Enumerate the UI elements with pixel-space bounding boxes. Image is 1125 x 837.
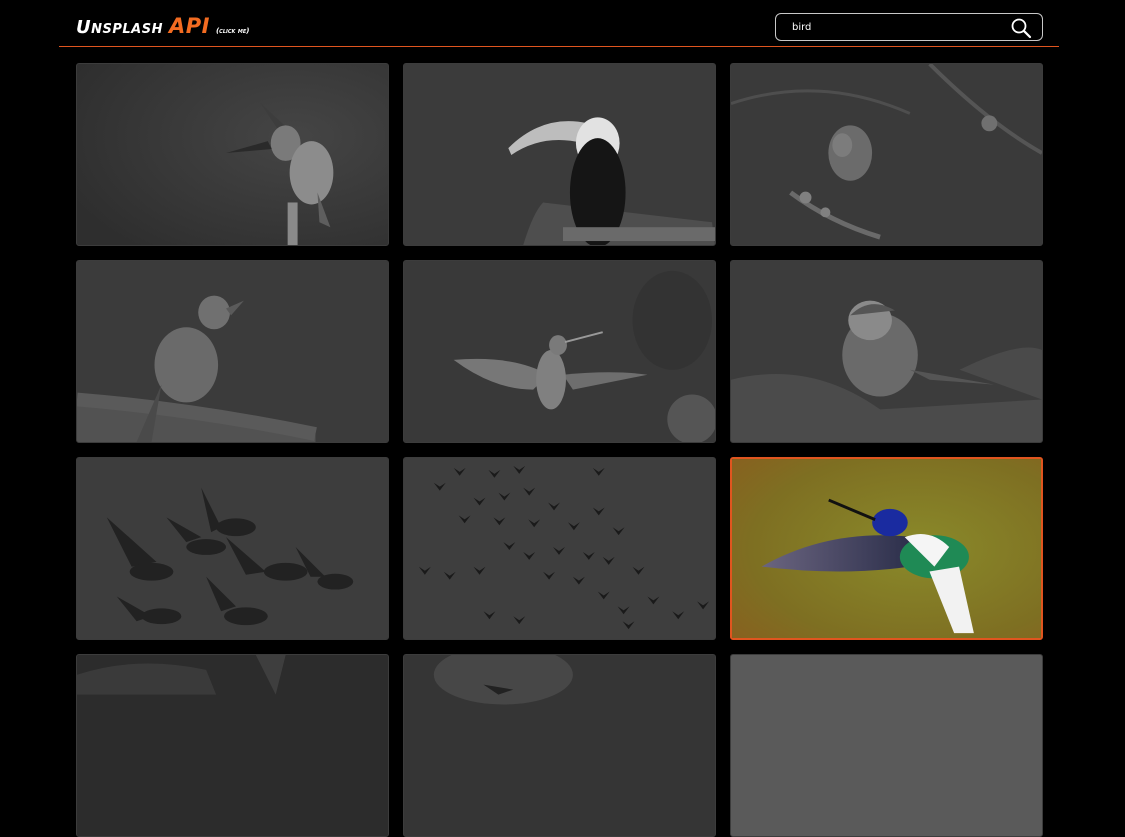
search-input[interactable] bbox=[792, 18, 992, 36]
gallery-image-geese[interactable] bbox=[76, 457, 389, 640]
gallery-image-toucan[interactable] bbox=[403, 63, 716, 246]
search-box bbox=[775, 13, 1043, 41]
logo-accent-text: API bbox=[168, 14, 210, 38]
gallery-image-kingfisher[interactable] bbox=[76, 63, 389, 246]
logo-main-text: Unsplash bbox=[76, 17, 163, 38]
gallery-image-blue-tit[interactable] bbox=[730, 260, 1043, 443]
gallery-image-partial-1[interactable] bbox=[76, 654, 389, 837]
search-button[interactable] bbox=[1010, 17, 1032, 39]
gallery-image-hummingbird-color[interactable] bbox=[730, 457, 1043, 640]
gallery-image-partial-3[interactable] bbox=[730, 654, 1043, 837]
unsplash-api-logo-link[interactable]: Unsplash API (click me) bbox=[76, 14, 249, 38]
logo-hint-text: (click me) bbox=[215, 27, 250, 35]
gallery-image-flock[interactable] bbox=[403, 457, 716, 640]
image-gallery bbox=[76, 63, 1043, 837]
app-header: Unsplash API (click me) bbox=[59, 0, 1059, 47]
gallery-image-hummingbird-gray[interactable] bbox=[403, 260, 716, 443]
gallery-image-partial-2[interactable] bbox=[403, 654, 716, 837]
gallery-image-robin[interactable] bbox=[76, 260, 389, 443]
gallery-image-blossom-bird[interactable] bbox=[730, 63, 1043, 246]
search-icon bbox=[1011, 18, 1032, 39]
